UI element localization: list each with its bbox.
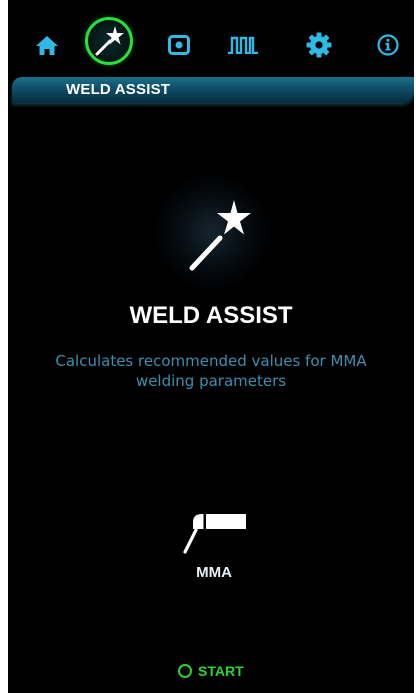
nav-info-button[interactable]	[363, 20, 413, 70]
start-label: START	[198, 663, 244, 679]
feature-title: WELD ASSIST	[129, 302, 293, 329]
nav-weld-assist-button[interactable]	[85, 17, 133, 65]
mma-label: MMA	[196, 564, 232, 581]
page-title: WELD ASSIST	[66, 81, 171, 98]
page-title-bar: WELD ASSIST	[12, 77, 414, 103]
magic-wand-icon	[95, 26, 124, 56]
gear-icon	[306, 32, 332, 58]
weld-assist-screen: WELD ASSIST WELD ASSIST Calculates recom…	[8, 0, 414, 693]
nav-home-button[interactable]	[22, 20, 72, 70]
mma-process-option[interactable]: MMA	[166, 506, 262, 588]
memory-card-icon	[168, 35, 190, 55]
info-icon	[377, 34, 399, 56]
nav-pulse-button[interactable]	[218, 20, 268, 70]
feature-description: Calculates recommended values for MMA we…	[55, 352, 367, 390]
nav-memory-button[interactable]	[154, 20, 204, 70]
magic-wand-icon	[189, 200, 251, 271]
home-icon	[36, 36, 58, 55]
top-nav-bar	[8, 0, 414, 78]
nav-settings-button[interactable]	[294, 20, 344, 70]
start-button[interactable]: START	[178, 658, 268, 684]
pulse-wave-icon	[228, 36, 258, 54]
start-circle-icon	[178, 664, 192, 678]
mma-electrode-holder-icon	[183, 514, 246, 554]
